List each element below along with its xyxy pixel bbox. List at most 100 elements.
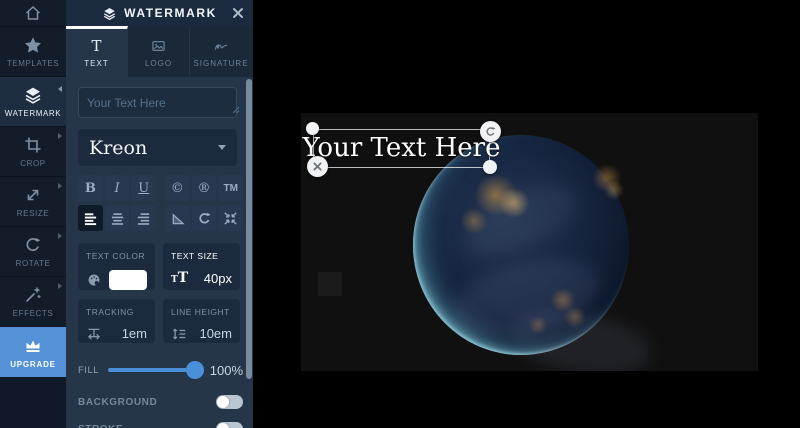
app-window: TEMPLATES WATERMARK CROP RESIZE ROTATE E… xyxy=(0,0,800,428)
sidebar-item-templates[interactable]: TEMPLATES xyxy=(0,27,66,77)
sidebar-item-watermark[interactable]: WATERMARK xyxy=(0,77,66,127)
image-icon xyxy=(150,38,167,54)
fill-row: FILL 100% xyxy=(78,358,243,382)
stroke-row: STROKE xyxy=(78,422,243,428)
tab-logo[interactable]: LOGO xyxy=(128,26,190,77)
chevron-left-icon xyxy=(58,86,62,92)
sidebar-item-effects[interactable]: EFFECTS xyxy=(0,277,66,327)
sidebar-item-label: RESIZE xyxy=(17,209,50,218)
text-size-tile[interactable]: TEXT SIZE TT 40px xyxy=(163,243,240,290)
palette-icon xyxy=(86,272,102,288)
chevron-down-icon xyxy=(218,145,226,150)
sidebar-item-rotate[interactable]: ROTATE xyxy=(0,227,66,277)
sidebar-filler xyxy=(0,377,66,428)
trademark-button[interactable]: TM xyxy=(218,175,243,201)
color-swatch[interactable] xyxy=(109,270,147,290)
rotate-text-button[interactable] xyxy=(192,205,217,231)
align-center-icon xyxy=(110,211,125,226)
sidebar-item-label: EFFECTS xyxy=(13,309,54,318)
italic-button[interactable]: I xyxy=(105,175,130,201)
panel-tabs: T TEXT LOGO SIGNATURE xyxy=(66,26,253,77)
layers-icon xyxy=(23,85,43,105)
crop-icon xyxy=(23,135,43,155)
line-height-value: 10em xyxy=(199,326,232,341)
magic-wand-icon xyxy=(23,285,43,305)
star-icon xyxy=(23,35,43,55)
registered-button[interactable]: ® xyxy=(192,175,217,201)
sidebar: TEMPLATES WATERMARK CROP RESIZE ROTATE E… xyxy=(0,0,66,428)
signature-icon xyxy=(212,38,230,54)
background-row: BACKGROUND xyxy=(78,395,243,409)
sidebar-item-upgrade[interactable]: UPGRADE xyxy=(0,327,66,377)
watermark-text-input[interactable] xyxy=(78,87,237,118)
rotate-handle[interactable] xyxy=(480,121,501,142)
sidebar-item-label: ROTATE xyxy=(16,259,51,268)
align-right-button[interactable] xyxy=(131,205,156,231)
resize-handle-bottom-right[interactable] xyxy=(483,160,497,174)
tab-text[interactable]: T TEXT xyxy=(66,26,128,77)
home-icon xyxy=(23,3,43,23)
align-center-button[interactable] xyxy=(105,205,130,231)
close-icon[interactable] xyxy=(232,7,244,19)
compress-arrows-icon xyxy=(223,211,238,226)
align-left-button[interactable] xyxy=(78,205,103,231)
panel-scrollbar[interactable] xyxy=(246,79,252,379)
panel-body: Kreon B I U © ® TM xyxy=(66,87,253,428)
city-lights xyxy=(563,307,587,327)
align-left-icon xyxy=(83,211,98,226)
tab-signature[interactable]: SIGNATURE xyxy=(190,26,252,77)
text-size-icon: TT xyxy=(171,270,188,287)
watermark-text[interactable]: Your Text Here xyxy=(303,132,501,162)
align-right-icon xyxy=(136,211,151,226)
city-lights xyxy=(527,317,549,333)
sidebar-item-crop[interactable]: CROP xyxy=(0,127,66,177)
fill-slider[interactable] xyxy=(108,368,201,372)
compress-button[interactable] xyxy=(218,205,243,231)
text-tab-icon: T xyxy=(91,38,101,54)
line-height-icon xyxy=(171,327,187,341)
city-lights xyxy=(459,209,489,233)
rotate-cw-icon xyxy=(197,211,212,226)
tracking-icon xyxy=(86,327,102,341)
toggle-knob xyxy=(217,396,229,408)
crown-icon xyxy=(23,336,43,356)
text-size-value: 40px xyxy=(204,271,232,286)
delete-handle[interactable] xyxy=(307,156,328,177)
font-select[interactable]: Kreon xyxy=(78,129,237,166)
panel-header: WATERMARK xyxy=(66,0,253,26)
format-row-2 xyxy=(78,205,243,231)
sidebar-item-resize[interactable]: RESIZE xyxy=(0,177,66,227)
watermark-panel: WATERMARK T TEXT LOGO SIGNATURE xyxy=(66,0,253,428)
image-stage[interactable]: Your Text Here xyxy=(301,113,758,371)
tracking-value: 1em xyxy=(122,326,147,341)
fill-slider-knob[interactable] xyxy=(186,361,204,379)
sidebar-item-label: UPGRADE xyxy=(10,360,56,369)
underline-button[interactable]: U xyxy=(131,175,156,201)
layers-icon xyxy=(102,6,117,21)
image-artifact xyxy=(318,272,342,296)
chevron-right-icon xyxy=(58,133,62,139)
sidebar-item-label: TEMPLATES xyxy=(7,59,59,68)
skew-triangle-icon xyxy=(170,211,185,226)
resize-icon xyxy=(23,185,43,205)
format-row-1: B I U © ® TM xyxy=(78,175,243,201)
editor-canvas[interactable]: Your Text Here xyxy=(253,0,800,428)
stroke-toggle[interactable] xyxy=(216,422,243,428)
watermark-selection[interactable]: Your Text Here xyxy=(313,129,490,168)
line-height-tile[interactable]: LINE HEIGHT 10em xyxy=(163,299,240,343)
skew-button[interactable] xyxy=(165,205,190,231)
rotate-icon xyxy=(23,235,43,255)
copyright-button[interactable]: © xyxy=(165,175,190,201)
chevron-right-icon xyxy=(58,283,62,289)
resize-grip-icon[interactable] xyxy=(232,106,240,114)
close-icon xyxy=(313,162,322,171)
resize-handle-top-left[interactable] xyxy=(306,122,319,135)
tracking-tile[interactable]: TRACKING 1em xyxy=(78,299,155,343)
chevron-right-icon xyxy=(58,183,62,189)
chevron-right-icon xyxy=(58,233,62,239)
home-button[interactable] xyxy=(0,0,66,27)
bold-button[interactable]: B xyxy=(78,175,103,201)
text-color-tile[interactable]: TEXT COLOR xyxy=(78,243,155,290)
sidebar-item-label: WATERMARK xyxy=(5,109,62,118)
background-toggle[interactable] xyxy=(216,395,243,409)
